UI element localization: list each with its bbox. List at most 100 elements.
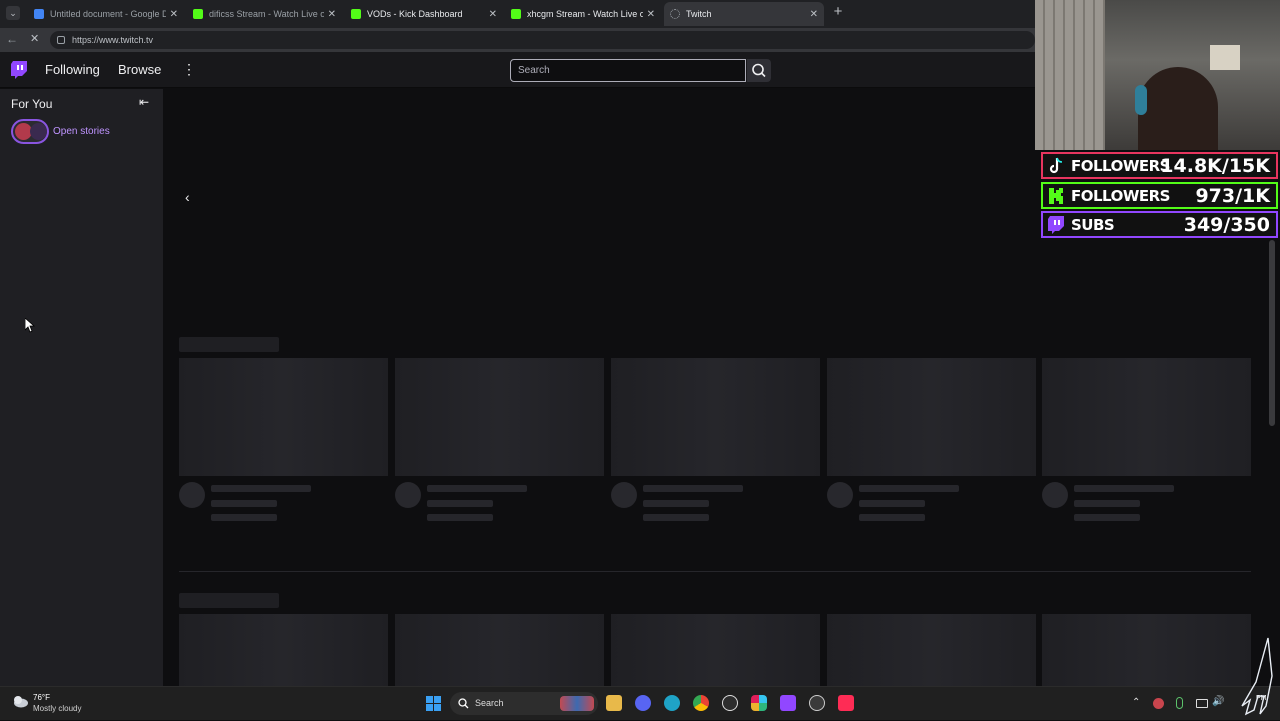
tab-kick-xhcgm[interactable]: xhcgm Stream - Watch Live on Kick ✕ bbox=[505, 2, 661, 26]
tab-kick-dificss[interactable]: dificss Stream - Watch Live on Kick ✕ bbox=[187, 2, 342, 26]
site-info-icon[interactable] bbox=[57, 36, 65, 44]
text-line-placeholder bbox=[211, 485, 311, 492]
url-text: https://www.twitch.tv bbox=[72, 35, 154, 45]
mouse-cursor-icon bbox=[24, 317, 37, 334]
obs-icon[interactable] bbox=[809, 695, 825, 711]
collapse-sidebar-icon[interactable]: ⇤ bbox=[139, 95, 153, 109]
tab-title: Untitled document - Google Docs bbox=[50, 9, 166, 19]
close-tab-icon[interactable]: ✕ bbox=[489, 9, 497, 20]
stream-card-placeholder bbox=[395, 614, 604, 686]
discord-icon[interactable] bbox=[635, 695, 651, 711]
headphones bbox=[1135, 85, 1147, 115]
open-stories-link[interactable]: Open stories bbox=[53, 126, 110, 137]
text-line-placeholder bbox=[1074, 485, 1174, 492]
tray-app-icon[interactable] bbox=[1153, 698, 1164, 709]
close-tab-icon[interactable]: ✕ bbox=[647, 9, 655, 20]
text-line-placeholder bbox=[427, 485, 527, 492]
more-menu-icon[interactable]: ⋮ bbox=[182, 61, 196, 77]
kick-icon bbox=[1047, 187, 1065, 205]
network-icon[interactable] bbox=[1196, 699, 1208, 708]
twitch-logo-icon[interactable] bbox=[11, 61, 27, 79]
microphone-icon[interactable] bbox=[1176, 697, 1183, 709]
section-divider bbox=[179, 571, 1251, 572]
tiktok-live-icon[interactable] bbox=[838, 695, 854, 711]
tab-title: Twitch bbox=[686, 9, 712, 19]
tiktok-followers-counter: FOLLOWERS 14.8K/15K bbox=[1041, 152, 1278, 179]
tab-search-dropdown-icon[interactable]: ⌄ bbox=[6, 6, 20, 20]
webcam-background-poster bbox=[1210, 45, 1240, 70]
windows-start-icon[interactable] bbox=[426, 696, 441, 711]
counter-value: 973/1K bbox=[1195, 184, 1270, 207]
counter-label: FOLLOWERS bbox=[1071, 186, 1170, 205]
kick-icon bbox=[511, 9, 521, 19]
text-line-placeholder bbox=[643, 514, 709, 521]
tab-google-docs[interactable]: Untitled document - Google Docs ✕ bbox=[28, 2, 184, 26]
avatar bbox=[30, 123, 47, 140]
search-input[interactable]: Search bbox=[510, 59, 746, 82]
scrollbar[interactable] bbox=[1269, 240, 1275, 426]
stories-avatars[interactable] bbox=[11, 119, 49, 144]
stop-loading-icon[interactable]: ✕ bbox=[30, 32, 44, 46]
show-hidden-icons[interactable]: ⌃ bbox=[1132, 697, 1140, 708]
stream-card-placeholder bbox=[611, 614, 820, 686]
text-line-placeholder bbox=[427, 500, 493, 507]
counter-value: 14.8K/15K bbox=[1160, 154, 1270, 177]
webcam-overlay bbox=[1035, 0, 1280, 150]
text-line-placeholder bbox=[211, 500, 277, 507]
avatar-placeholder bbox=[179, 482, 205, 508]
taskbar-search-label: Search bbox=[475, 698, 504, 708]
text-line-placeholder bbox=[859, 514, 925, 521]
close-tab-icon[interactable]: ✕ bbox=[328, 9, 336, 20]
weather-desc[interactable]: Mostly cloudy bbox=[33, 704, 81, 713]
weather-temp[interactable]: 76°F bbox=[33, 693, 50, 702]
search-button[interactable] bbox=[747, 59, 771, 82]
counter-label: SUBS bbox=[1071, 215, 1115, 234]
stream-card-placeholder bbox=[1042, 358, 1251, 476]
twitch-icon bbox=[1047, 215, 1065, 234]
search-highlight-image bbox=[560, 696, 594, 711]
nav-following-link[interactable]: Following bbox=[45, 62, 100, 77]
section-title-placeholder bbox=[179, 337, 279, 352]
stream-card-placeholder bbox=[395, 358, 604, 476]
back-arrow-icon[interactable]: ← bbox=[6, 32, 20, 46]
weather-icon[interactable] bbox=[11, 694, 29, 708]
close-tab-icon[interactable]: ✕ bbox=[170, 9, 178, 20]
text-line-placeholder bbox=[859, 500, 925, 507]
loading-icon bbox=[670, 9, 680, 19]
text-line-placeholder bbox=[643, 485, 743, 492]
google-docs-icon bbox=[34, 9, 44, 19]
carousel-prev-icon[interactable]: ‹ bbox=[185, 189, 195, 205]
counter-value: 349/350 bbox=[1183, 213, 1270, 236]
url-field[interactable]: https://www.twitch.tv bbox=[50, 31, 1035, 49]
stream-card-placeholder bbox=[611, 358, 820, 476]
tiktok-icon bbox=[1047, 157, 1065, 175]
stream-card-placeholder bbox=[179, 358, 388, 476]
kick-followers-counter: FOLLOWERS 973/1K bbox=[1041, 182, 1278, 209]
webcam-person bbox=[1138, 67, 1218, 150]
tab-title: dificss Stream - Watch Live on Kick bbox=[209, 9, 324, 19]
text-line-placeholder bbox=[643, 500, 709, 507]
nav-browse-link[interactable]: Browse bbox=[118, 62, 161, 77]
kick-icon bbox=[351, 9, 361, 19]
search-icon bbox=[458, 698, 469, 709]
media-player-icon[interactable] bbox=[722, 695, 738, 711]
tab-kick-vods[interactable]: VODs - Kick Dashboard ✕ bbox=[345, 2, 503, 26]
sidebar: For You ⇤ Open stories bbox=[0, 89, 163, 686]
taskbar-search[interactable]: Search bbox=[450, 692, 598, 715]
stream-card-placeholder bbox=[179, 614, 388, 686]
chrome-icon[interactable] bbox=[693, 695, 709, 711]
twitch-studio-icon[interactable] bbox=[780, 695, 796, 711]
text-line-placeholder bbox=[1074, 514, 1140, 521]
volume-icon[interactable]: 🔊 bbox=[1212, 696, 1224, 707]
kick-icon bbox=[193, 9, 203, 19]
tab-twitch[interactable]: Twitch ✕ bbox=[664, 2, 824, 26]
avatar-placeholder bbox=[1042, 482, 1068, 508]
edge-icon[interactable] bbox=[664, 695, 680, 711]
close-tab-icon[interactable]: ✕ bbox=[810, 9, 818, 20]
slack-icon[interactable] bbox=[751, 695, 767, 711]
stream-card-placeholder bbox=[827, 358, 1036, 476]
new-tab-icon[interactable]: + bbox=[830, 4, 846, 20]
avatar-placeholder bbox=[395, 482, 421, 508]
file-explorer-icon[interactable] bbox=[606, 695, 622, 711]
tab-title: xhcgm Stream - Watch Live on Kick bbox=[527, 9, 643, 19]
